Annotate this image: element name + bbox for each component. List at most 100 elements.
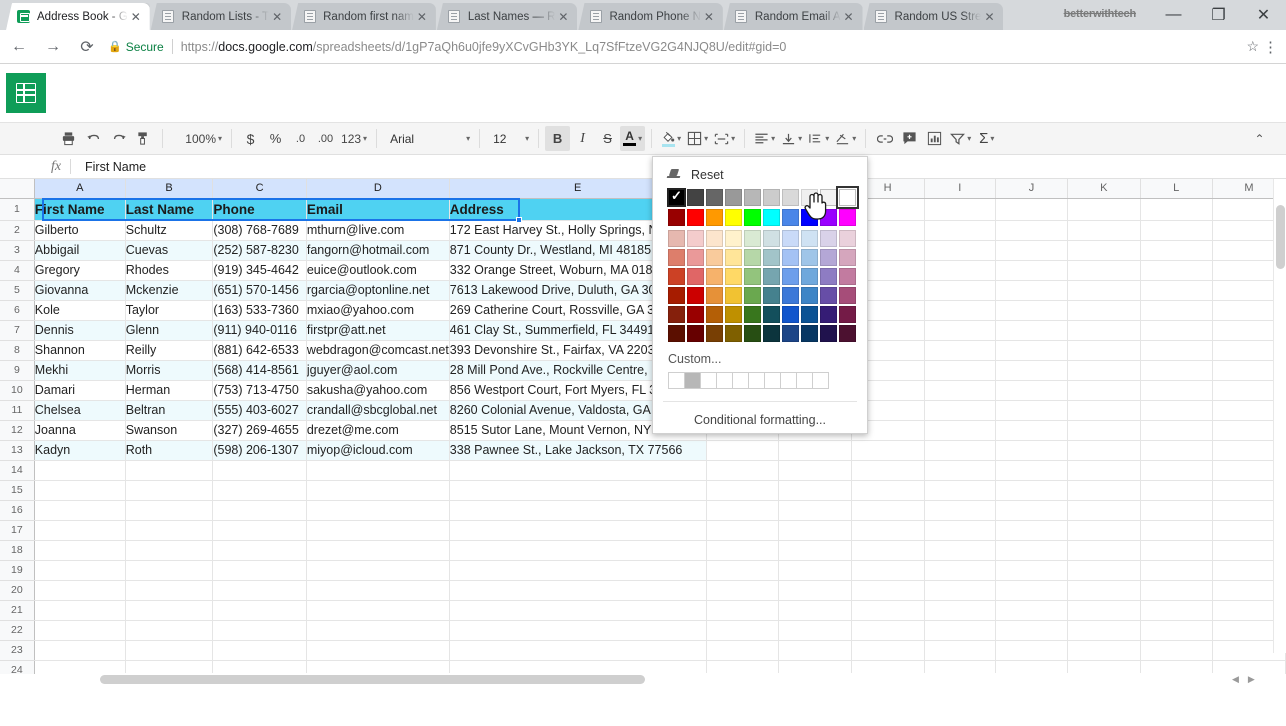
cell-e[interactable] — [449, 640, 707, 661]
swatch-white[interactable] — [836, 186, 859, 209]
cell-j[interactable] — [995, 420, 1069, 441]
cell-i[interactable] — [924, 600, 996, 621]
cell-k[interactable] — [1067, 540, 1141, 561]
cell-first-name[interactable]: Dennis — [34, 320, 126, 341]
swatch-shade[interactable] — [763, 268, 780, 285]
cell-i[interactable] — [924, 460, 996, 481]
swatch-shade[interactable] — [687, 268, 704, 285]
percent-format-button[interactable]: % — [263, 126, 288, 151]
cell-k[interactable] — [1067, 660, 1141, 674]
tab-close-icon[interactable]: ✕ — [555, 9, 571, 25]
cell-email[interactable]: mxiao@yahoo.com — [306, 300, 450, 321]
cell-email[interactable]: fangorn@hotmail.com — [306, 240, 450, 261]
cell-l[interactable] — [1140, 340, 1213, 361]
cell-k[interactable] — [1067, 300, 1141, 321]
cell-email[interactable]: mthurn@live.com — [306, 220, 450, 241]
swatch-shade[interactable] — [687, 230, 704, 247]
strikethrough-button[interactable]: S — [595, 126, 620, 151]
swatch-shade[interactable] — [725, 306, 742, 323]
cell-l1[interactable] — [1140, 198, 1213, 221]
cell-j[interactable] — [995, 640, 1069, 661]
cell-l[interactable] — [1140, 620, 1213, 641]
cell-g[interactable] — [778, 560, 852, 581]
cell-last-name[interactable]: Glenn — [125, 320, 214, 341]
custom-color-option[interactable]: Custom... — [653, 352, 867, 366]
swatch-yellow[interactable] — [725, 209, 742, 226]
undo-icon[interactable] — [81, 126, 106, 151]
cell-email[interactable]: webdragon@comcast.net — [306, 340, 450, 361]
tab-close-icon[interactable]: ✕ — [269, 9, 285, 25]
column-header-k[interactable]: K — [1067, 179, 1141, 199]
swatch-shade[interactable] — [744, 325, 761, 342]
cell-f[interactable] — [706, 600, 779, 621]
tab-close-icon[interactable]: ✕ — [128, 9, 144, 25]
recent-swatch[interactable] — [812, 372, 829, 389]
cell-email[interactable]: miyop@icloud.com — [306, 440, 450, 461]
cell-d[interactable] — [306, 620, 450, 641]
swatch-shade[interactable] — [668, 325, 685, 342]
cell-k[interactable] — [1067, 620, 1141, 641]
select-all-corner[interactable] — [0, 179, 35, 199]
cell-f[interactable] — [706, 480, 779, 501]
cell-f[interactable] — [706, 500, 779, 521]
paint-format-icon[interactable] — [131, 126, 156, 151]
scroll-right-icon[interactable]: ▶ — [1248, 674, 1255, 685]
cell-last-name[interactable]: Herman — [125, 380, 214, 401]
recent-swatch[interactable] — [796, 372, 813, 389]
cell-i[interactable] — [924, 520, 996, 541]
swatch-light-gray-3[interactable] — [820, 189, 837, 206]
swatch-dark-gray-1[interactable] — [744, 189, 761, 206]
cell-last-name[interactable]: Roth — [125, 440, 214, 461]
swatch-shade[interactable] — [706, 325, 723, 342]
swatch-shade[interactable] — [820, 325, 837, 342]
cell-e[interactable] — [449, 620, 707, 641]
cell-phone[interactable]: (327) 269-4655 — [212, 420, 307, 441]
cell-d[interactable] — [306, 600, 450, 621]
swatch-cornflower-blue[interactable] — [782, 209, 799, 226]
cell-f[interactable] — [706, 560, 779, 581]
cell-h[interactable] — [851, 560, 925, 581]
column-header-d[interactable]: D — [306, 179, 450, 199]
cell-j[interactable] — [995, 520, 1069, 541]
cell-j[interactable] — [995, 580, 1069, 601]
vertical-scroll-thumb[interactable] — [1276, 205, 1285, 269]
text-color-picker-dropdown[interactable]: Reset ✓ Custom... Conditional formatting… — [652, 156, 868, 434]
cell-g[interactable] — [778, 460, 852, 481]
row-header[interactable]: 19 — [0, 560, 35, 581]
minimize-icon[interactable]: — — [1151, 0, 1196, 30]
cell-l[interactable] — [1140, 320, 1213, 341]
swatch-shade[interactable] — [782, 230, 799, 247]
cell-phone[interactable]: (308) 768-7689 — [212, 220, 307, 241]
swatch-shade[interactable] — [782, 287, 799, 304]
cell-c[interactable] — [212, 520, 307, 541]
swatch-orange[interactable] — [706, 209, 723, 226]
cell-i[interactable] — [924, 300, 996, 321]
cell-d[interactable] — [306, 520, 450, 541]
row-header[interactable]: 13 — [0, 440, 35, 461]
cell-k[interactable] — [1067, 400, 1141, 421]
cell-i[interactable] — [924, 360, 996, 381]
cell-j[interactable] — [995, 340, 1069, 361]
cell-email[interactable]: jguyer@aol.com — [306, 360, 450, 381]
cell-phone[interactable]: (881) 642-6533 — [212, 340, 307, 361]
swatch-shade[interactable] — [744, 230, 761, 247]
cell-g[interactable] — [778, 600, 852, 621]
cell-d1[interactable]: Email — [306, 198, 450, 221]
swatch-shade[interactable] — [763, 306, 780, 323]
cell-i[interactable] — [924, 500, 996, 521]
cell-g[interactable] — [778, 500, 852, 521]
cell-i[interactable] — [924, 480, 996, 501]
column-header-i[interactable]: I — [924, 179, 996, 199]
cell-k[interactable] — [1067, 580, 1141, 601]
cell-d[interactable] — [306, 500, 450, 521]
swatch-shade[interactable] — [839, 230, 856, 247]
swatch-shade[interactable] — [725, 230, 742, 247]
swatch-shade[interactable] — [706, 268, 723, 285]
recent-swatch[interactable] — [668, 372, 685, 389]
cell-a[interactable] — [34, 480, 126, 501]
swatch-dark-gray-4[interactable] — [687, 189, 704, 206]
cell-i[interactable] — [924, 220, 996, 241]
cell-c[interactable] — [212, 560, 307, 581]
cell-f[interactable] — [706, 580, 779, 601]
cell-i[interactable] — [924, 660, 996, 674]
